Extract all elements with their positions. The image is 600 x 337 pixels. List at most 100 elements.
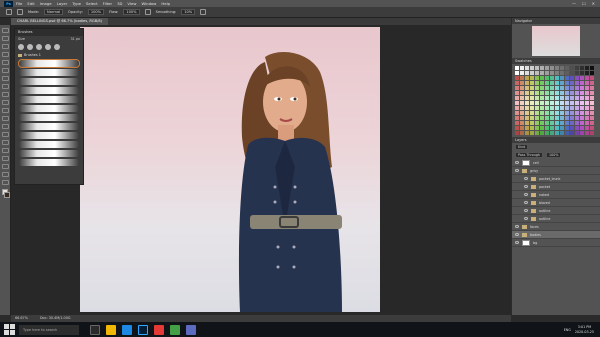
color-swatch[interactable] xyxy=(515,96,519,100)
color-swatch[interactable] xyxy=(545,116,549,120)
color-swatch[interactable] xyxy=(535,76,539,80)
flow-field[interactable]: 100% xyxy=(123,9,140,15)
color-swatch[interactable] xyxy=(550,116,554,120)
color-swatch[interactable] xyxy=(535,116,539,120)
color-swatch[interactable] xyxy=(530,86,534,90)
document-canvas[interactable] xyxy=(80,27,380,312)
color-swatch[interactable] xyxy=(550,96,554,100)
color-swatch[interactable] xyxy=(535,86,539,90)
eye-icon[interactable] xyxy=(515,241,519,244)
color-swatch[interactable] xyxy=(550,76,554,80)
menu-select[interactable]: Select xyxy=(86,1,98,6)
color-swatch[interactable] xyxy=(540,116,544,120)
color-swatch[interactable] xyxy=(575,96,579,100)
color-swatch[interactable] xyxy=(565,86,569,90)
color-swatch[interactable] xyxy=(560,106,564,110)
color-swatch[interactable] xyxy=(565,131,569,135)
color-swatch[interactable] xyxy=(520,81,524,85)
color-swatch[interactable] xyxy=(580,116,584,120)
eye-icon[interactable] xyxy=(515,161,519,164)
blend-mode-select[interactable]: Pass Through xyxy=(515,152,544,158)
color-swatch[interactable] xyxy=(585,66,589,70)
color-swatch[interactable] xyxy=(540,86,544,90)
app-icon[interactable] xyxy=(170,324,180,335)
color-swatch[interactable] xyxy=(555,101,559,105)
color-swatch[interactable] xyxy=(540,101,544,105)
color-swatch[interactable] xyxy=(515,111,519,115)
color-swatch[interactable] xyxy=(585,131,589,135)
color-swatch[interactable] xyxy=(540,106,544,110)
color-swatch[interactable] xyxy=(540,66,544,70)
crop-tool-icon[interactable] xyxy=(2,60,9,65)
color-swatch[interactable] xyxy=(570,66,574,70)
color-swatch[interactable] xyxy=(525,76,529,80)
color-swatch[interactable] xyxy=(590,111,594,115)
color-swatch[interactable] xyxy=(515,81,519,85)
opacity-field[interactable]: 100% xyxy=(87,9,105,15)
color-swatch[interactable] xyxy=(550,86,554,90)
color-swatch[interactable] xyxy=(580,71,584,75)
color-swatch[interactable] xyxy=(565,116,569,120)
color-swatch[interactable] xyxy=(520,101,524,105)
menu-view[interactable]: View xyxy=(127,1,136,6)
color-swatch[interactable] xyxy=(575,71,579,75)
eraser-tool-icon[interactable] xyxy=(2,108,9,113)
browser-icon[interactable] xyxy=(122,324,132,335)
gradient-tool-icon[interactable] xyxy=(2,116,9,121)
eye-icon[interactable] xyxy=(515,169,519,172)
app-icon[interactable] xyxy=(154,324,164,335)
color-swatch[interactable] xyxy=(515,66,519,70)
menu-type[interactable]: Type xyxy=(72,1,81,6)
color-swatch[interactable] xyxy=(555,106,559,110)
color-swatch[interactable] xyxy=(570,71,574,75)
color-swatch[interactable] xyxy=(575,91,579,95)
color-swatch[interactable] xyxy=(565,106,569,110)
color-swatch[interactable] xyxy=(550,91,554,95)
brush-tool-icon[interactable] xyxy=(17,9,23,15)
color-swatch[interactable] xyxy=(565,111,569,115)
brush-folder[interactable]: Brushes 1 xyxy=(15,52,83,58)
photoshop-taskbar-icon[interactable] xyxy=(138,324,148,335)
layer-row[interactable]: grisy xyxy=(512,167,600,175)
color-swatch[interactable] xyxy=(580,81,584,85)
color-swatch[interactable] xyxy=(565,81,569,85)
color-swatch[interactable] xyxy=(585,71,589,75)
color-swatch[interactable] xyxy=(585,86,589,90)
color-swatch[interactable] xyxy=(555,86,559,90)
brush-preset[interactable] xyxy=(19,159,79,166)
color-swatch[interactable] xyxy=(545,96,549,100)
color-swatch[interactable] xyxy=(515,71,519,75)
color-swatch[interactable] xyxy=(515,106,519,110)
color-swatch[interactable] xyxy=(545,86,549,90)
home-icon[interactable] xyxy=(6,9,12,15)
layer-row[interactable]: blazed xyxy=(512,199,600,207)
color-swatch[interactable] xyxy=(525,66,529,70)
color-swatch[interactable] xyxy=(580,111,584,115)
menu-window[interactable]: Window xyxy=(141,1,156,6)
color-swatch[interactable] xyxy=(535,126,539,130)
hand-tool-icon[interactable] xyxy=(2,172,9,177)
color-swatch[interactable] xyxy=(565,121,569,125)
app-icon[interactable] xyxy=(186,324,196,335)
color-swatch[interactable] xyxy=(590,76,594,80)
brush-preset[interactable] xyxy=(19,105,79,112)
color-swatch[interactable] xyxy=(570,126,574,130)
color-swatch[interactable] xyxy=(580,106,584,110)
color-swatch[interactable] xyxy=(530,81,534,85)
color-swatch[interactable] xyxy=(515,121,519,125)
color-swatch[interactable] xyxy=(570,101,574,105)
color-swatch[interactable] xyxy=(515,86,519,90)
taskbar-clock[interactable]: 3:01 PM 2020-03-25 xyxy=(575,325,594,334)
color-swatch[interactable] xyxy=(525,121,529,125)
color-swatch[interactable] xyxy=(590,66,594,70)
color-swatch[interactable] xyxy=(580,76,584,80)
color-swatch[interactable] xyxy=(575,81,579,85)
color-swatch[interactable] xyxy=(560,111,564,115)
brush-preset[interactable] xyxy=(19,87,79,94)
brush-preset[interactable] xyxy=(19,132,79,139)
brush-preset[interactable] xyxy=(19,69,79,76)
color-swatch[interactable] xyxy=(520,111,524,115)
taskbar-search-input[interactable]: Type here to search xyxy=(19,324,79,335)
color-swatch[interactable] xyxy=(525,91,529,95)
color-swatch[interactable] xyxy=(590,96,594,100)
